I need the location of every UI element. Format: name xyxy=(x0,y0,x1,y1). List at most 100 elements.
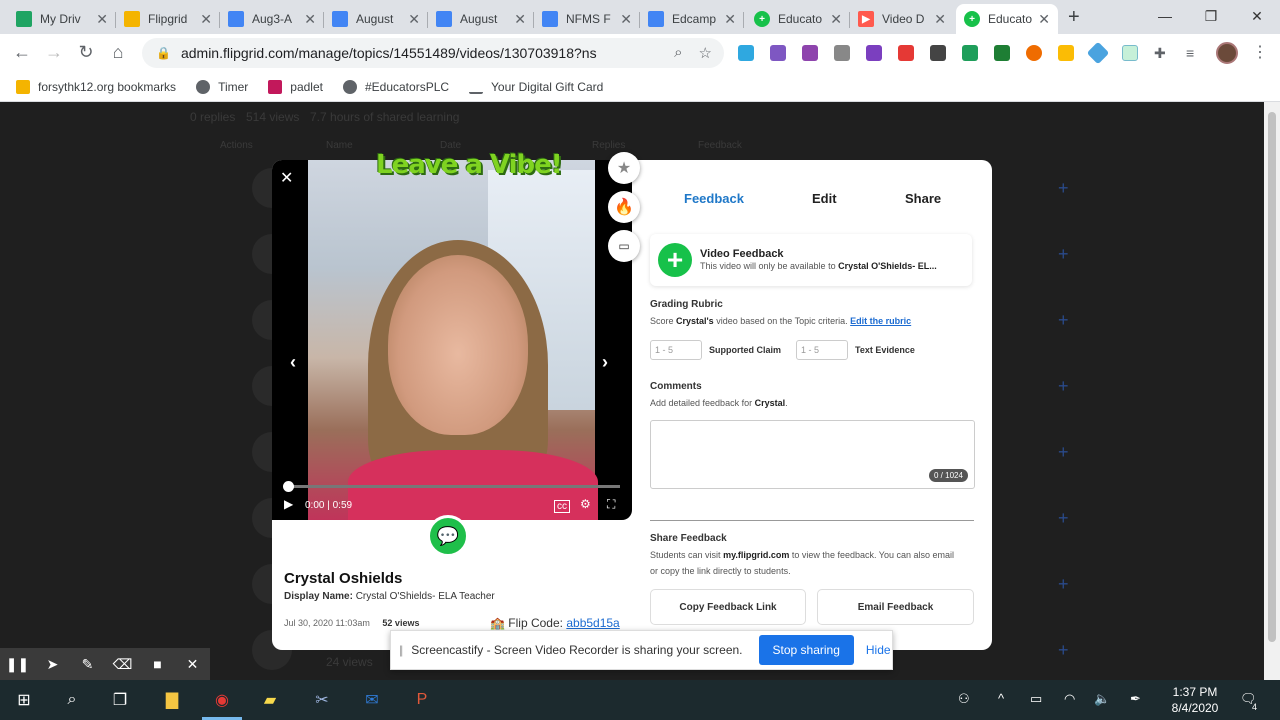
search-icon[interactable]: ⌕ xyxy=(60,688,84,712)
email-feedback-button[interactable]: Email Feedback xyxy=(817,589,974,625)
eraser-icon[interactable]: ⌫ xyxy=(105,656,140,673)
minimize-button[interactable]: — xyxy=(1142,0,1188,32)
tab-share[interactable]: Share xyxy=(905,191,941,206)
close-icon[interactable]: ✕ xyxy=(280,168,293,188)
people-icon[interactable]: ⚇ xyxy=(958,691,970,707)
camera-icon[interactable]: ■ xyxy=(140,656,175,672)
sticky-notes-icon[interactable]: ▰ xyxy=(258,688,282,712)
comments-textarea[interactable] xyxy=(650,420,975,489)
volume-icon[interactable]: 🔈 xyxy=(1094,691,1110,707)
forward-icon[interactable]: → xyxy=(42,42,66,63)
drag-handle-icon[interactable]: || xyxy=(399,643,403,657)
settings-gear-icon[interactable]: ⚙ xyxy=(580,497,591,511)
puzzle-icon[interactable]: ✚ xyxy=(1154,45,1170,61)
pen-icon[interactable]: ✎ xyxy=(70,656,105,673)
supported-claim-score-input[interactable]: 1 - 5 xyxy=(650,340,702,360)
close-icon[interactable]: ✕ xyxy=(724,11,736,28)
captions-icon[interactable]: cc xyxy=(554,500,570,513)
file-explorer-icon[interactable]: ▇ xyxy=(160,688,184,712)
video-progress-bar[interactable] xyxy=(287,485,620,488)
close-icon[interactable]: ✕ xyxy=(304,11,316,28)
extension-icon[interactable] xyxy=(994,45,1010,61)
close-icon[interactable]: ✕ xyxy=(96,11,108,28)
browser-tab[interactable]: ▶ Video D ✕ xyxy=(850,4,954,34)
star-icon[interactable]: ★ xyxy=(608,152,640,184)
bookmark-item[interactable]: Timer xyxy=(196,79,248,94)
browser-tab[interactable]: Aug3-A ✕ xyxy=(220,4,324,34)
bookmark-item[interactable]: #EducatorsPLC xyxy=(342,79,449,94)
flame-icon[interactable]: 🔥 xyxy=(608,191,640,223)
close-icon[interactable]: ✕ xyxy=(1038,11,1050,28)
bookmark-item[interactable]: padlet xyxy=(268,79,323,94)
mixtape-icon[interactable]: ▭ xyxy=(608,230,640,262)
browser-tab[interactable]: Flipgrid ✕ xyxy=(116,4,220,34)
fullscreen-icon[interactable]: ⛶ xyxy=(607,497,615,512)
snipping-tool-icon[interactable]: ✂ xyxy=(310,688,334,712)
tab-feedback[interactable]: Feedback xyxy=(684,191,744,206)
close-icon[interactable]: ✕ xyxy=(620,11,632,28)
extension-icon[interactable] xyxy=(1086,41,1110,65)
clock[interactable]: 1:37 PM 8/4/2020 xyxy=(1160,684,1230,716)
copy-feedback-link-button[interactable]: Copy Feedback Link xyxy=(650,589,806,625)
task-view-icon[interactable]: ❐ xyxy=(108,688,132,712)
play-icon[interactable]: ▶ xyxy=(284,497,293,511)
windows-start-icon[interactable]: ⊞ xyxy=(12,688,36,712)
extension-icon[interactable] xyxy=(930,45,946,61)
pause-icon[interactable]: ❚❚ xyxy=(0,656,35,673)
chevron-up-icon[interactable]: ^ xyxy=(998,691,1004,706)
cursor-icon[interactable]: ➤ xyxy=(35,656,70,673)
bookmark-star-icon[interactable]: ☆ xyxy=(699,44,712,62)
tab-edit[interactable]: Edit xyxy=(812,191,837,206)
window-close-button[interactable]: ✕ xyxy=(1234,0,1280,32)
comment-bubble-icon[interactable]: 💬 xyxy=(427,515,469,557)
video-player[interactable] xyxy=(272,160,632,520)
new-tab-button[interactable]: + xyxy=(1068,6,1080,29)
pen-ink-icon[interactable]: ✒ xyxy=(1130,691,1141,707)
close-icon[interactable]: ✕ xyxy=(175,656,210,673)
menu-icon[interactable]: ⋮ xyxy=(1252,42,1268,62)
video-scrubber-handle[interactable] xyxy=(283,481,294,492)
avatar[interactable] xyxy=(1216,42,1238,64)
browser-tab[interactable]: NFMS F ✕ xyxy=(534,4,640,34)
close-icon[interactable]: ✕ xyxy=(408,11,420,28)
browser-tab[interactable]: August ✕ xyxy=(428,4,534,34)
home-icon[interactable]: ⌂ xyxy=(106,42,130,63)
browser-tab[interactable]: Edcamp ✕ xyxy=(640,4,744,34)
pdf-extension-icon[interactable] xyxy=(866,45,882,61)
powerpoint-icon[interactable]: P xyxy=(410,688,434,712)
browser-tab-active[interactable]: + Educato ✕ xyxy=(956,4,1058,34)
text-evidence-score-input[interactable]: 1 - 5 xyxy=(796,340,848,360)
page-scrollbar[interactable] xyxy=(1264,102,1280,680)
add-video-feedback-icon[interactable]: + xyxy=(658,243,692,277)
extension-icon[interactable] xyxy=(738,45,754,61)
drive-extension-icon[interactable] xyxy=(1058,45,1074,61)
battery-icon[interactable]: ▭ xyxy=(1030,691,1042,707)
previous-arrow-icon[interactable]: ‹ xyxy=(290,352,296,373)
bookmark-folder[interactable]: forsythk12.org bookmarks xyxy=(16,79,176,94)
extension-icon[interactable] xyxy=(962,45,978,61)
browser-tab[interactable]: + Educato ✕ xyxy=(746,4,850,34)
close-icon[interactable]: ✕ xyxy=(830,11,842,28)
close-icon[interactable]: ✕ xyxy=(514,11,526,28)
bookmark-item[interactable]: Your Digital Gift Card xyxy=(469,80,603,94)
extension-icon[interactable] xyxy=(802,45,818,61)
media-icon[interactable]: ≡ xyxy=(1186,45,1202,61)
browser-tab[interactable]: August ✕ xyxy=(324,4,428,34)
extension-icon[interactable] xyxy=(1122,45,1138,61)
zoom-icon[interactable]: ⌕ xyxy=(674,44,682,62)
hide-button[interactable]: Hide xyxy=(866,643,891,657)
address-bar[interactable]: 🔒 admin.flipgrid.com/manage/topics/14551… xyxy=(142,38,724,68)
outlook-icon[interactable]: ✉ xyxy=(360,688,384,712)
restore-button[interactable]: ❐ xyxy=(1188,0,1234,32)
extension-icon[interactable] xyxy=(1026,45,1042,61)
close-icon[interactable]: ✕ xyxy=(200,11,212,28)
stop-sharing-button[interactable]: Stop sharing xyxy=(758,635,854,665)
browser-tab[interactable]: My Driv ✕ xyxy=(8,4,116,34)
wifi-icon[interactable]: ◠ xyxy=(1064,691,1075,707)
chrome-icon[interactable]: ◉ xyxy=(210,688,234,712)
next-arrow-icon[interactable]: › xyxy=(602,352,608,373)
screencastify-icon[interactable] xyxy=(898,45,914,61)
video-feedback-card[interactable]: + Video Feedback This video will only be… xyxy=(650,234,972,286)
back-icon[interactable]: ← xyxy=(10,42,34,63)
flip-code-link[interactable]: abb5d15a xyxy=(566,616,619,630)
